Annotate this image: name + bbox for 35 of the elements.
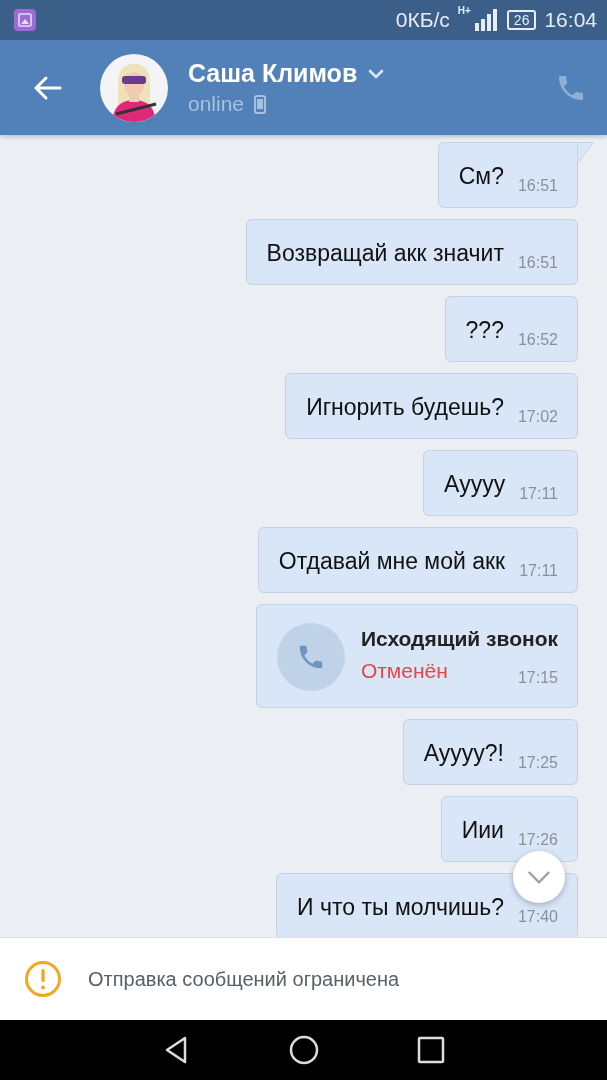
contact-name[interactable]: Саша Климов <box>188 59 358 88</box>
signal-icon <box>472 9 499 31</box>
message-time: 16:51 <box>517 177 558 195</box>
call-title: Исходящий звонок <box>360 627 558 651</box>
warning-icon <box>24 960 62 998</box>
message-time: 16:52 <box>517 331 558 349</box>
gallery-icon <box>14 9 36 31</box>
message-time: 17:11 <box>519 485 558 503</box>
message-time: 17:15 <box>517 669 558 687</box>
battery-level: 26 <box>506 10 537 30</box>
message-text: Ауууу?! <box>423 739 504 768</box>
message-text: Иии <box>461 816 504 845</box>
message-text: И что ты молчишь? <box>297 893 504 922</box>
chevron-down-icon <box>527 869 551 885</box>
message-text: Ауууу <box>444 470 506 499</box>
presence-status: online <box>188 92 245 116</box>
call-status: Отменён <box>360 659 448 683</box>
message-text: Отдавай мне мой акк <box>278 547 506 576</box>
message-time: 17:11 <box>519 562 558 580</box>
chevron-down-icon[interactable] <box>367 67 386 80</box>
message-text: Возвращай акк значит <box>266 239 504 268</box>
message-text: Игнорить будешь? <box>306 393 504 422</box>
message-time: 17:02 <box>517 408 558 426</box>
restriction-notice: Отправка сообщений ограничена <box>88 967 400 991</box>
message-text: ??? <box>465 316 504 345</box>
mobile-phone-icon <box>254 94 267 114</box>
home-nav-icon[interactable] <box>287 1034 320 1066</box>
network-speed: 0КБ/с <box>395 8 450 32</box>
message-text: См? <box>458 162 504 191</box>
network-type: H+ <box>457 6 471 16</box>
message-time: 16:51 <box>517 254 558 272</box>
message-time: 17:26 <box>517 831 558 849</box>
message-time: 17:25 <box>517 754 558 772</box>
clock: 16:04 <box>544 8 597 32</box>
message-time: 17:40 <box>517 908 558 926</box>
